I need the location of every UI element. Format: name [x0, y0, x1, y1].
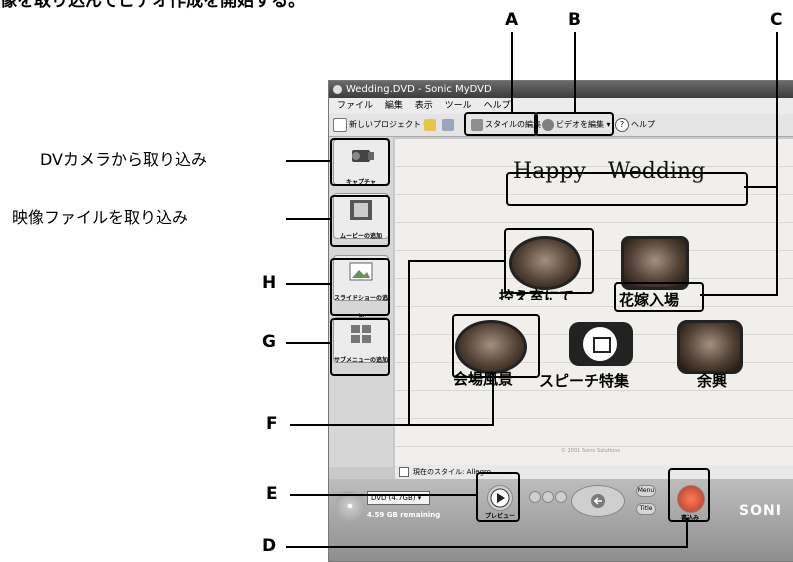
label-e: E [266, 484, 278, 504]
menu-edit[interactable]: 編集 [385, 101, 403, 111]
callout-c-bride-box [614, 282, 704, 312]
folder-icon [424, 118, 436, 131]
callout-h-box [330, 258, 390, 316]
leader-c-bride [700, 294, 777, 296]
label-f: F [266, 414, 278, 434]
callout-movie-box [330, 195, 390, 247]
callout-f-venue-box [452, 314, 540, 378]
footer-bar: DVD (4.7GB) ▾ 4.59 GB remaining プレビュー Me… [329, 479, 793, 561]
leader-g [286, 342, 330, 344]
thumb-speech[interactable] [569, 322, 633, 366]
label-b: B [568, 10, 581, 30]
help-button[interactable]: ? ヘルプ [615, 116, 655, 134]
thumb-speech-label: スピーチ特集 [539, 372, 630, 390]
nav-pad[interactable] [571, 485, 625, 517]
leader-f [290, 424, 492, 426]
callout-d-box [668, 468, 710, 522]
page-heading: 像を取り込んでビデオ作成を開始する。 [0, 0, 306, 11]
disk-icon [442, 118, 454, 131]
menu-tools[interactable]: ツール [445, 101, 472, 111]
leader-c-title [744, 186, 777, 188]
menu-file[interactable]: ファイル [337, 101, 373, 111]
leader-c [776, 32, 778, 296]
prev-button[interactable] [542, 491, 554, 503]
leader-d-up [686, 518, 688, 548]
title-button[interactable]: Title [636, 503, 656, 515]
label-h: H [262, 273, 277, 293]
app-icon [333, 84, 342, 94]
leader-e [290, 494, 476, 496]
remaining-space-text: 4.59 GB remaining [367, 511, 441, 519]
callout-capture-box [330, 138, 390, 186]
label-dv-camera: DVカメラから取り込み [40, 150, 207, 169]
save-button[interactable] [442, 116, 456, 134]
enter-arrow-icon [591, 494, 605, 508]
calendar-icon [593, 337, 611, 353]
open-folder-button[interactable] [424, 116, 438, 134]
status-bar: 現在のスタイル: Allegro [395, 465, 793, 479]
app-window: Wedding.DVD - Sonic MyDVD ファイル 編集 表示 ツール… [328, 80, 793, 562]
leader-dv-camera [286, 160, 330, 162]
help-icon: ? [615, 117, 629, 132]
stop-button[interactable] [529, 491, 541, 503]
label-c: C [770, 10, 783, 30]
leader-f-up [408, 260, 410, 424]
brand-logo: SONI [739, 503, 782, 519]
menu-button[interactable]: Menu [636, 485, 656, 497]
window-titlebar: Wedding.DVD - Sonic MyDVD [329, 81, 793, 98]
window-title: Wedding.DVD - Sonic MyDVD [346, 84, 492, 95]
label-movie-file: 映像ファイルを取り込み [12, 208, 189, 227]
menu-help[interactable]: ヘルプ [484, 101, 511, 111]
leader-d [286, 546, 688, 548]
leader-h [286, 283, 330, 285]
callout-a-box [464, 112, 538, 136]
callout-g-box [330, 318, 390, 376]
leader-a [511, 32, 513, 112]
copyright-text: © 2001 Sonic Solutions [561, 448, 621, 454]
leader-f-venue [492, 374, 494, 426]
next-button[interactable] [555, 491, 567, 503]
leader-f-chapel [408, 260, 504, 262]
callout-f-chapel-box [504, 228, 594, 294]
thumb-entertainment-label: 余興 [697, 372, 728, 390]
new-document-icon [333, 117, 347, 132]
style-swatch-icon [399, 467, 409, 477]
leader-movie-file [286, 218, 330, 220]
label-g: G [262, 332, 276, 352]
label-d: D [262, 536, 277, 556]
callout-c-title-box [506, 172, 748, 206]
leader-b [574, 32, 576, 112]
callout-b-box [534, 112, 614, 136]
label-a: A [505, 10, 519, 30]
thumb-entertainment[interactable] [677, 320, 743, 374]
new-project-button[interactable]: 新しいプロジェクト ▾ [333, 116, 428, 134]
callout-e-box [476, 472, 520, 522]
menu-view[interactable]: 表示 [415, 101, 433, 111]
